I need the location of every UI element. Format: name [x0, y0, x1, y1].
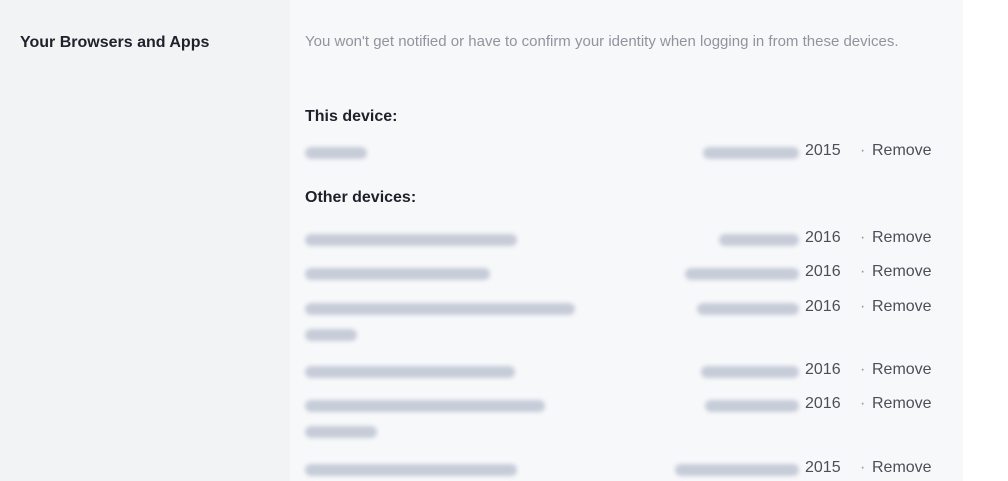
- remove-link[interactable]: Remove: [872, 361, 932, 379]
- device-year: 2016: [805, 361, 841, 378]
- date-month-redacted: [697, 303, 799, 315]
- remove-link[interactable]: Remove: [872, 263, 932, 281]
- device-row: 2016 · Remove: [305, 394, 945, 448]
- section-description: You won't get notified or have to confir…: [305, 33, 899, 50]
- date-month-redacted: [701, 366, 799, 378]
- device-year: 2016: [805, 263, 841, 280]
- device-row: 2016 · Remove: [305, 360, 945, 384]
- section-title: Your Browsers and Apps: [20, 34, 210, 51]
- device-name-redacted: [305, 303, 575, 315]
- device-row: 2016 · Remove: [305, 262, 945, 286]
- remove-link[interactable]: Remove: [872, 142, 932, 160]
- separator-dot: ·: [860, 142, 866, 159]
- remove-link[interactable]: Remove: [872, 459, 932, 477]
- date-month-redacted: [719, 234, 799, 246]
- separator-dot: ·: [860, 459, 866, 476]
- device-row: 2016 · Remove: [305, 297, 945, 351]
- date-month-redacted: [675, 464, 799, 476]
- separator-dot: ·: [860, 229, 866, 246]
- device-name-redacted: [305, 366, 515, 378]
- remove-link[interactable]: Remove: [872, 229, 932, 247]
- separator-dot: ·: [860, 298, 866, 315]
- device-name-redacted: [305, 234, 517, 246]
- remove-link[interactable]: Remove: [872, 395, 932, 413]
- device-name-redacted: [305, 464, 517, 476]
- device-year: 2015: [805, 142, 841, 159]
- device-name-redacted-line2: [305, 329, 357, 341]
- date-month-redacted: [705, 400, 799, 412]
- device-year: 2016: [805, 298, 841, 315]
- device-name-redacted: [305, 268, 490, 280]
- device-name-redacted-line2: [305, 426, 377, 438]
- this-device-label: This device:: [305, 108, 398, 125]
- separator-dot: ·: [860, 263, 866, 280]
- remove-link[interactable]: Remove: [872, 298, 932, 316]
- device-row: 2016 · Remove: [305, 228, 945, 252]
- date-month-redacted: [703, 147, 799, 159]
- separator-dot: ·: [860, 361, 866, 378]
- device-name-redacted: [305, 147, 367, 159]
- device-year: 2015: [805, 459, 841, 476]
- page-edge: [963, 0, 1008, 481]
- device-year: 2016: [805, 395, 841, 412]
- device-name-redacted: [305, 400, 545, 412]
- device-year: 2016: [805, 229, 841, 246]
- device-row: 2015 · Remove: [305, 458, 945, 481]
- date-month-redacted: [685, 268, 799, 280]
- other-devices-label: Other devices:: [305, 189, 417, 206]
- device-row: 2015 · Remove: [305, 141, 945, 165]
- browsers-apps-settings-page: Your Browsers and Apps You won't get not…: [0, 0, 1008, 481]
- section-label-column: Your Browsers and Apps: [0, 0, 290, 481]
- separator-dot: ·: [860, 395, 866, 412]
